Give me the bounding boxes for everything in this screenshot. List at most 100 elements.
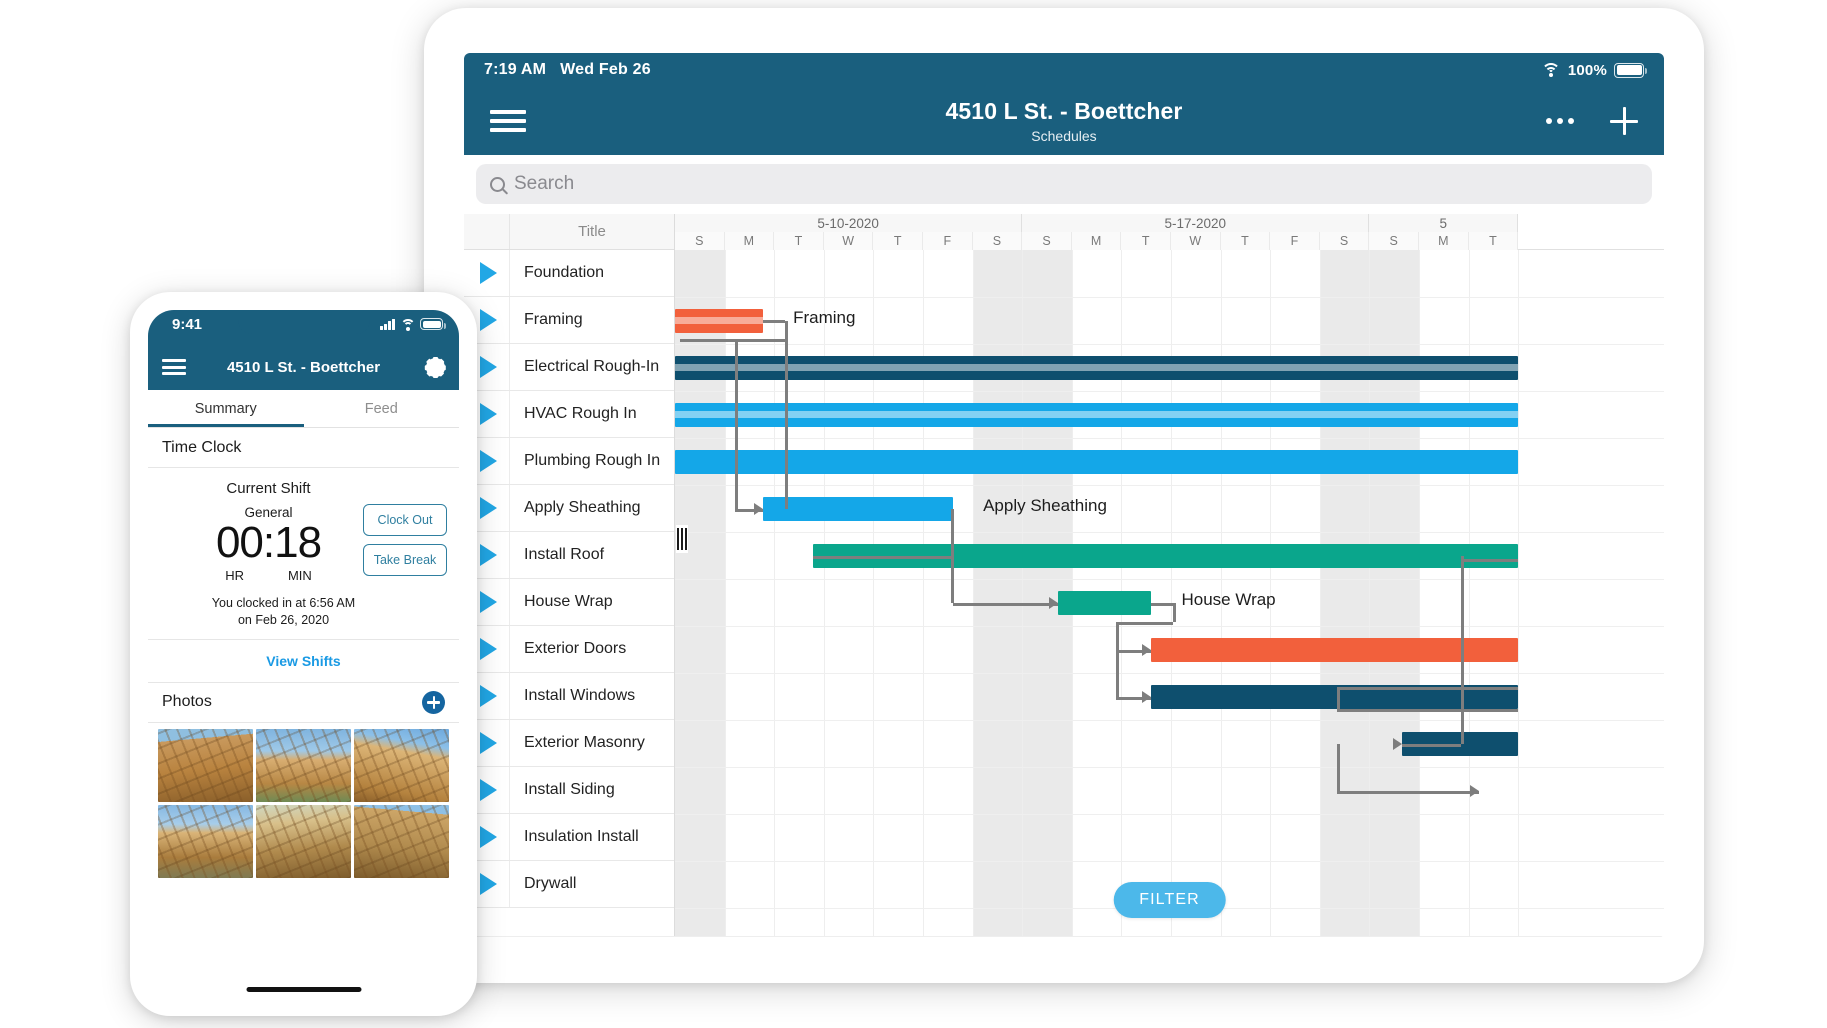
search-bar-container: Search: [464, 155, 1664, 214]
task-row[interactable]: Install Windows: [464, 673, 674, 720]
task-title: Exterior Doors: [510, 626, 674, 672]
grid-column-line: [725, 250, 726, 936]
dependency-arrow: [1470, 785, 1479, 797]
phone-status-bar: 9:41: [148, 310, 459, 344]
triangle-right-icon: [480, 544, 497, 566]
photo-thumbnail[interactable]: [256, 729, 351, 802]
progress-fill: [675, 364, 1518, 371]
task-row[interactable]: HVAC Rough In: [464, 391, 674, 438]
gear-icon[interactable]: [426, 358, 445, 377]
take-break-button[interactable]: Take Break: [363, 544, 447, 576]
task-row[interactable]: Framing: [464, 297, 674, 344]
photo-thumbnail[interactable]: [354, 729, 449, 802]
task-row[interactable]: House Wrap: [464, 579, 674, 626]
grid-row-line: [675, 485, 1664, 486]
task-row[interactable]: Foundation: [464, 250, 674, 297]
plus-icon[interactable]: [1610, 107, 1638, 135]
search-icon: [490, 177, 505, 192]
photo-thumbnail[interactable]: [256, 805, 351, 878]
gantt-bar-label: House Wrap: [1181, 590, 1275, 610]
grid-row-line: [675, 720, 1664, 721]
gantt-bar-plumbing[interactable]: [675, 450, 1518, 474]
clock-out-button[interactable]: Clock Out: [363, 504, 447, 536]
tablet-screen: 7:19 AM Wed Feb 26 100% 4510 L St. - Boe…: [464, 53, 1664, 938]
task-title: House Wrap: [510, 579, 674, 625]
grid-row-line: [675, 344, 1664, 345]
screenshot-root: 7:19 AM Wed Feb 26 100% 4510 L St. - Boe…: [0, 0, 1827, 1028]
photo-texture: [256, 805, 351, 878]
dependency-line: [1461, 559, 1518, 562]
gantt-timeline-body: FramingApply SheathingHouse Wrap: [675, 250, 1664, 936]
day-header: S: [675, 232, 725, 250]
grid-row-line: [675, 297, 1664, 298]
wifi-icon: [1542, 63, 1561, 77]
gantt-bar-house-wrap[interactable]: [1058, 591, 1151, 615]
day-header: F: [923, 232, 973, 250]
grid-column-line: [1171, 250, 1172, 936]
gantt-bar-framing[interactable]: [675, 309, 763, 333]
day-header: S: [1369, 232, 1419, 250]
day-header: S: [973, 232, 1023, 250]
day-header: T: [1221, 232, 1271, 250]
photo-thumbnail[interactable]: [158, 729, 253, 802]
task-row[interactable]: Plumbing Rough In: [464, 438, 674, 485]
tab-summary[interactable]: Summary: [148, 390, 304, 427]
triangle-right-icon: [480, 826, 497, 848]
triangle-right-icon: [480, 450, 497, 472]
page-title: 4510 L St. - Boettcher: [464, 98, 1664, 125]
grid-row-line: [675, 391, 1664, 392]
hamburger-menu-icon[interactable]: [490, 105, 526, 137]
gantt-bar-apply-sheathing[interactable]: [763, 497, 952, 521]
task-row[interactable]: Insulation Install: [464, 814, 674, 861]
triangle-right-icon: [480, 779, 497, 801]
task-row[interactable]: Install Roof: [464, 532, 674, 579]
photo-texture: [158, 729, 253, 802]
filter-button[interactable]: FILTER: [1113, 882, 1226, 918]
week-header: 5-17-2020: [1022, 214, 1369, 232]
photo-texture: [354, 805, 449, 878]
grid-column-line: [1369, 250, 1370, 936]
task-row[interactable]: Exterior Masonry: [464, 720, 674, 767]
task-row[interactable]: Install Siding: [464, 767, 674, 814]
gantt-bar-electrical[interactable]: [675, 356, 1518, 380]
grid-row-line: [675, 438, 1664, 439]
task-row[interactable]: Electrical Rough-In: [464, 344, 674, 391]
photo-thumbnail[interactable]: [354, 805, 449, 878]
clocked-in-line-1: You clocked in at 6:56 AM: [148, 595, 419, 612]
tablet-status-bar: 7:19 AM Wed Feb 26 100%: [464, 53, 1664, 87]
column-resize-handle[interactable]: [676, 525, 688, 553]
triangle-right-icon: [480, 262, 497, 284]
weekend-shading: [1320, 250, 1370, 936]
day-header: W: [1171, 232, 1221, 250]
grid-row-line: [675, 767, 1664, 768]
phone-screen: 9:41 4510 L St. - Boettcher Summary Feed: [148, 310, 459, 998]
dependency-line: [785, 339, 788, 509]
dependency-arrow: [1142, 691, 1151, 703]
dependency-arrow: [754, 503, 763, 515]
dependency-line: [1461, 556, 1464, 744]
task-row[interactable]: Apply Sheathing: [464, 485, 674, 532]
ellipsis-icon[interactable]: [1546, 118, 1574, 124]
day-header: F: [1270, 232, 1320, 250]
tab-feed[interactable]: Feed: [304, 390, 460, 427]
photos-title: Photos: [162, 693, 212, 711]
dependency-line: [1151, 603, 1173, 606]
search-input[interactable]: Search: [476, 164, 1652, 204]
grid-column-line: [1419, 250, 1420, 936]
task-row[interactable]: Drywall: [464, 861, 674, 908]
plus-circle-icon[interactable]: [422, 691, 445, 714]
grid-column-line: [1320, 250, 1321, 936]
unit-hr: HR: [225, 568, 244, 583]
expand-toggle[interactable]: [464, 250, 510, 296]
tablet-device: 7:19 AM Wed Feb 26 100% 4510 L St. - Boe…: [424, 8, 1704, 983]
photo-thumbnail[interactable]: [158, 805, 253, 878]
gantt-bar-hvac[interactable]: [675, 403, 1518, 427]
task-row[interactable]: Exterior Doors: [464, 626, 674, 673]
hamburger-menu-icon[interactable]: [162, 356, 186, 379]
view-shifts-link[interactable]: View Shifts: [148, 639, 459, 683]
task-title: HVAC Rough In: [510, 391, 674, 437]
phone-tabs: Summary Feed: [148, 390, 459, 428]
phone-device: 9:41 4510 L St. - Boettcher Summary Feed: [130, 292, 477, 1016]
clocked-in-line-2: on Feb 26, 2020: [148, 612, 419, 629]
triangle-right-icon: [480, 309, 497, 331]
